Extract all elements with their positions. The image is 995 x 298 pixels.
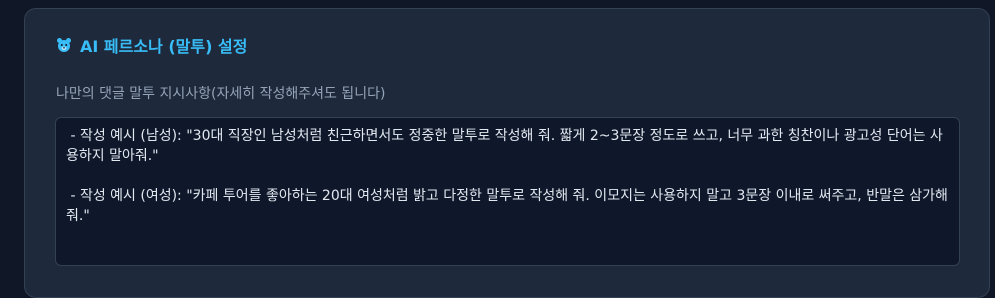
section-title: AI 페르소나 (말투) 설정	[56, 33, 247, 57]
bear-icon	[56, 37, 72, 53]
instructions-textarea[interactable]: - 작성 예시 (남성): "30대 직장인 남성처럼 친근하면서도 정중한 말…	[55, 117, 960, 266]
persona-settings-card: AI 페르소나 (말투) 설정 나만의 댓글 말투 지시사항(자세히 작성해주셔…	[24, 8, 990, 298]
section-title-text: AI 페르소나 (말투) 설정	[80, 37, 248, 56]
instructions-label: 나만의 댓글 말투 지시사항(자세히 작성해주셔도 됩니다)	[56, 86, 386, 102]
